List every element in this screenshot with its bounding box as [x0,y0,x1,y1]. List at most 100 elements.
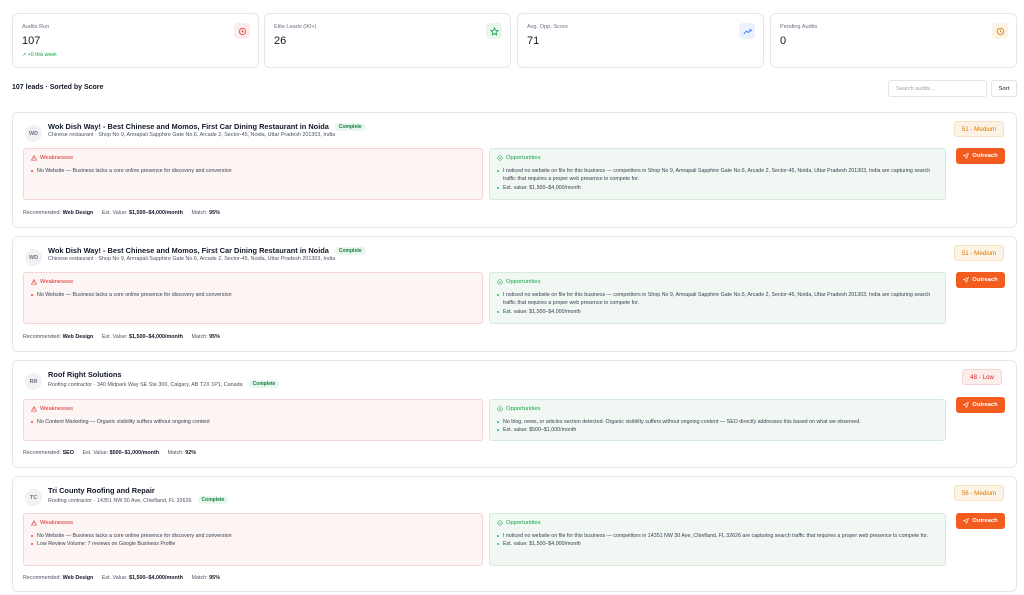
est-value-label: Est. Value: [82,450,109,456]
lead-address: Roofing contractor · 340 Midpark Way SE … [48,380,280,388]
score-badge: 48 - Low [962,369,1002,385]
opportunities-list: I noticed no website on file for this bu… [497,532,938,549]
stat-card-pending-audits: Pending Audits 0 [770,13,1017,68]
outreach-label: Outreach [972,277,998,283]
clock-icon [992,23,1008,39]
list-item: No blog, news, or articles section detec… [497,418,938,426]
lead-card: WD Wok Dish Way! - Best Chinese and Momo… [12,112,1017,228]
list-item: No Website — Business lacks a core onlin… [31,167,475,175]
recommended-label: Recommended: [23,575,62,581]
recommended-label: Recommended: [23,210,62,216]
stat-value: 26 [274,35,287,47]
stat-label: Audits Run [22,24,50,30]
opportunities-list: I noticed no website on file for this bu… [497,167,938,192]
send-icon [963,277,970,283]
weaknesses-heading: Weaknesses [31,406,475,412]
lead-name-text[interactable]: Tri County Roofing and Repair [48,486,155,495]
est-value: $1,500–$4,000/month [129,210,183,216]
opportunities-title: Opportunities [506,406,541,412]
avatar: WD [25,125,42,142]
match-value: 95% [209,210,220,216]
lead-name-text[interactable]: Roof Right Solutions [48,370,121,379]
stat-label: Elite Leads (90+) [274,24,317,30]
weaknesses-list: No Website — Business lacks a core onlin… [31,167,475,175]
stat-label: Pending Audits [780,24,818,30]
lead-footer: Recommended: Web Design Est. Value: $1,5… [23,210,220,216]
lead-name-text[interactable]: Wok Dish Way! - Best Chinese and Momos, … [48,246,329,255]
stat-value: 0 [780,35,787,47]
lead-name[interactable]: Wok Dish Way! - Best Chinese and Momos, … [48,122,366,131]
opportunities-title: Opportunities [506,155,541,161]
lead-footer: Recommended: Web Design Est. Value: $1,5… [23,334,220,340]
weaknesses-title: Weaknesses [40,520,74,526]
lead-footer: Recommended: SEO Est. Value: $500–$1,000… [23,450,196,456]
match-label: Match: [191,575,208,581]
recommended-label: Recommended: [23,450,62,456]
weaknesses-title: Weaknesses [40,406,74,412]
send-icon [963,402,970,408]
list-item: No Website — Business lacks a core onlin… [31,291,475,299]
lead-name[interactable]: Wok Dish Way! - Best Chinese and Momos, … [48,246,366,255]
stats-row: Audits Run 107 ↗ +0 this week Elite Lead… [12,13,1017,68]
sort-button[interactable]: Sort [991,80,1017,97]
check-circle-icon [497,520,503,526]
lead-footer: Recommended: Web Design Est. Value: $1,5… [23,575,220,581]
weaknesses-panel: Weaknesses No Website — Business lacks a… [23,513,483,566]
est-value: $1,500–$4,000/month [129,575,183,581]
check-circle-icon [497,155,503,161]
outreach-button[interactable]: Outreach [956,148,1005,164]
stat-card-audits-run: Audits Run 107 ↗ +0 this week [12,13,259,68]
opportunities-title: Opportunities [506,279,541,285]
status-badge: Complete [197,496,229,504]
est-value: $1,500–$4,000/month [129,334,183,340]
opportunities-panel: Opportunities I noticed no website on fi… [489,272,946,324]
lead-address-text: Roofing contractor · 340 Midpark Way SE … [48,382,243,388]
recommended-value: SEO [62,450,74,456]
match-label: Match: [191,334,208,340]
lead-address-text: Roofing contractor · 14351 NW 30 Ave, Ch… [48,498,192,504]
outreach-label: Outreach [972,402,998,408]
weaknesses-heading: Weaknesses [31,520,475,526]
weaknesses-title: Weaknesses [40,155,74,161]
stat-card-elite-leads: Elite Leads (90+) 26 [264,13,511,68]
list-item: I noticed no website on file for this bu… [497,167,938,184]
stat-card-avg-opp-score: Avg. Opp. Score 71 [517,13,764,68]
score-badge: 51 - Medium [954,121,1004,137]
outreach-button[interactable]: Outreach [956,513,1005,529]
leads-count-title: 107 leads · Sorted by Score [12,84,104,91]
weaknesses-list: No Website — Business lacks a core onlin… [31,532,475,549]
lead-card: WD Wok Dish Way! - Best Chinese and Momo… [12,236,1017,352]
est-value-label: Est. Value: [101,575,128,581]
list-item: I noticed no website on file for this bu… [497,532,938,540]
lead-address: Roofing contractor · 14351 NW 30 Ave, Ch… [48,496,229,504]
warning-icon [31,155,37,161]
lead-card: RR Roof Right Solutions Roofing contract… [12,360,1017,468]
opportunities-heading: Opportunities [497,406,938,412]
search-input[interactable]: Search audits... [888,80,987,97]
recommended-value: Web Design [62,210,94,216]
lead-card: TC Tri County Roofing and Repair Roofing… [12,476,1017,592]
trending-up-icon [739,23,755,39]
recommended-value: Web Design [62,575,94,581]
check-circle-icon [497,279,503,285]
stat-trend: ↗ +0 this week [22,52,57,58]
match-value: 95% [209,575,220,581]
warning-icon [31,279,37,285]
warning-icon [31,520,37,526]
outreach-label: Outreach [972,153,998,159]
opportunities-list: No blog, news, or articles section detec… [497,418,938,435]
weaknesses-list: No Website — Business lacks a core onlin… [31,291,475,299]
lead-name-text[interactable]: Wok Dish Way! - Best Chinese and Momos, … [48,122,329,131]
stat-value: 107 [22,35,41,47]
check-circle-icon [497,406,503,412]
lead-name[interactable]: Tri County Roofing and Repair [48,486,155,495]
list-item: Est. value: $1,500–$4,000/month [497,540,938,548]
outreach-button[interactable]: Outreach [956,397,1005,413]
outreach-button[interactable]: Outreach [956,272,1005,288]
stat-label: Avg. Opp. Score [527,24,568,30]
lead-address: Chinese restaurant · Shop No 9, Amrapali… [48,132,336,138]
target-icon [234,23,250,39]
list-item: Est. value: $1,500–$4,000/month [497,308,938,316]
lead-name[interactable]: Roof Right Solutions [48,370,121,379]
avatar: TC [25,489,42,506]
